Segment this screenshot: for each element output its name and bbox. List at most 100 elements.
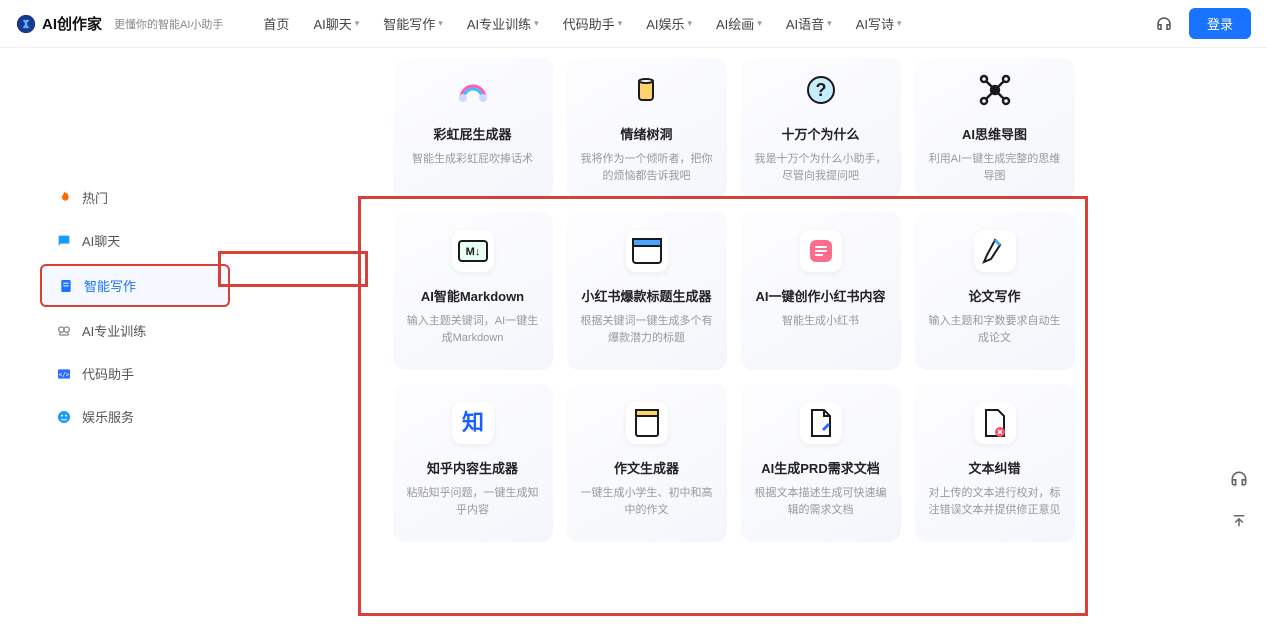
error-icon bbox=[974, 402, 1016, 444]
card-desc: 根据关键词一键生成多个有爆款潜力的标题 bbox=[581, 313, 713, 346]
nav-item-3[interactable]: AI专业训练▾ bbox=[467, 14, 539, 33]
scroll-top-icon[interactable] bbox=[1225, 507, 1253, 535]
card-cup[interactable]: 情绪树洞我将作为一个倾听者，把你的烦恼都告诉我吧 bbox=[567, 58, 727, 198]
nav-label: AI写诗 bbox=[856, 14, 894, 33]
card-note[interactable]: AI一键创作小红书内容智能生成小红书 bbox=[741, 212, 901, 370]
nav-label: AI娱乐 bbox=[646, 14, 684, 33]
sidebar-label: 代码助手 bbox=[82, 364, 134, 383]
zhi-icon: 知 bbox=[452, 402, 494, 444]
cup-icon bbox=[623, 66, 671, 114]
card-desc: 智能生成小红书 bbox=[782, 313, 859, 330]
essay-icon bbox=[626, 402, 668, 444]
card-zhi[interactable]: 知知乎内容生成器粘贴知乎问题，一键生成知乎内容 bbox=[393, 384, 553, 542]
card-browser[interactable]: 小红书爆款标题生成器根据关键词一键生成多个有爆款潜力的标题 bbox=[567, 212, 727, 370]
sidebar-item-2[interactable]: 智能写作 bbox=[40, 264, 230, 307]
nav: 首页AI聊天▾智能写作▾AI专业训练▾代码助手▾AI娱乐▾AI绘画▾AI语音▾A… bbox=[263, 14, 1155, 33]
question-icon: ? bbox=[797, 66, 845, 114]
float-actions bbox=[1225, 465, 1253, 535]
topbar: AI创作家 更懂你的智能AI小助手 首页AI聊天▾智能写作▾AI专业训练▾代码助… bbox=[0, 0, 1267, 48]
chevron-down-icon: ▾ bbox=[438, 18, 443, 29]
nav-label: 代码助手 bbox=[563, 14, 615, 33]
card-desc: 对上传的文本进行校对，标注错误文本并提供修正意见 bbox=[929, 485, 1061, 518]
svg-text:知: 知 bbox=[461, 410, 483, 435]
card-desc: 粘贴知乎问题，一键生成知乎内容 bbox=[407, 485, 539, 518]
rainbow-icon bbox=[449, 66, 497, 114]
card-title: 彩虹屁生成器 bbox=[433, 124, 511, 143]
card-desc: 一键生成小学生、初中和高中的作文 bbox=[581, 485, 713, 518]
card-desc: 利用AI一键生成完整的思维导图 bbox=[929, 151, 1061, 184]
browser-icon bbox=[626, 230, 668, 272]
chevron-down-icon: ▾ bbox=[355, 18, 360, 29]
main: 彩虹屁生成器智能生成彩虹屁吹捧话术情绪树洞我将作为一个倾听者，把你的烦恼都告诉我… bbox=[230, 48, 1237, 542]
card-essay[interactable]: 作文生成器一键生成小学生、初中和高中的作文 bbox=[567, 384, 727, 542]
logo-icon bbox=[16, 14, 36, 34]
pen-icon bbox=[974, 230, 1016, 272]
nav-label: 首页 bbox=[263, 14, 289, 33]
nav-label: AI绘画 bbox=[716, 14, 754, 33]
sidebar-item-4[interactable]: </> 代码助手 bbox=[40, 354, 230, 393]
card-title: AI生成PRD需求文档 bbox=[761, 458, 879, 477]
card-error[interactable]: 文本纠错对上传的文本进行校对，标注错误文本并提供修正意见 bbox=[915, 384, 1075, 542]
nav-item-6[interactable]: AI绘画▾ bbox=[716, 14, 762, 33]
code-icon: </> bbox=[56, 366, 72, 382]
nav-item-0[interactable]: 首页 bbox=[263, 14, 289, 33]
prd-icon bbox=[800, 402, 842, 444]
login-button[interactable]: 登录 bbox=[1189, 8, 1251, 39]
card-title: AI智能Markdown bbox=[421, 286, 524, 305]
card-title: AI一键创作小红书内容 bbox=[755, 286, 885, 305]
sidebar-label: 热门 bbox=[82, 188, 108, 207]
nav-item-4[interactable]: 代码助手▾ bbox=[563, 14, 623, 33]
card-title: 小红书爆款标题生成器 bbox=[581, 286, 711, 305]
fun-icon bbox=[56, 409, 72, 425]
sidebar-item-0[interactable]: 热门 bbox=[40, 178, 230, 217]
nav-label: AI聊天 bbox=[313, 14, 351, 33]
chevron-down-icon: ▾ bbox=[687, 18, 692, 29]
sidebar-item-3[interactable]: AI专业训练 bbox=[40, 311, 230, 350]
nav-label: AI语音 bbox=[786, 14, 824, 33]
card-pen[interactable]: 论文写作输入主题和字数要求自动生成论文 bbox=[915, 212, 1075, 370]
doc-icon bbox=[58, 278, 74, 294]
card-desc: 输入主题和字数要求自动生成论文 bbox=[929, 313, 1061, 346]
sidebar-label: AI聊天 bbox=[82, 231, 120, 250]
note-icon bbox=[800, 230, 842, 272]
support-icon[interactable] bbox=[1225, 465, 1253, 493]
card-question[interactable]: ? 十万个为什么我是十万个为什么小助手，尽管向我提问吧 bbox=[741, 58, 901, 198]
card-title: 十万个为什么 bbox=[781, 124, 859, 143]
nav-item-8[interactable]: AI写诗▾ bbox=[856, 14, 902, 33]
logo[interactable]: AI创作家 bbox=[16, 13, 102, 34]
nav-item-1[interactable]: AI聊天 ▾ bbox=[313, 14, 359, 33]
card-mindmap[interactable]: AI思维导图利用AI一键生成完整的思维导图 bbox=[915, 58, 1075, 198]
card-desc: 智能生成彩虹屁吹捧话术 bbox=[412, 151, 533, 168]
chevron-down-icon: ▾ bbox=[897, 18, 902, 29]
nav-item-7[interactable]: AI语音▾ bbox=[786, 14, 832, 33]
chevron-down-icon: ▾ bbox=[534, 18, 539, 29]
card-title: 作文生成器 bbox=[614, 458, 679, 477]
card-md[interactable]: M↓ AI智能Markdown 输入主题关键词，AI一键生成Markdown bbox=[393, 212, 553, 370]
sidebar-item-1[interactable]: AI聊天 bbox=[40, 221, 230, 260]
card-rainbow[interactable]: 彩虹屁生成器智能生成彩虹屁吹捧话术 bbox=[393, 58, 553, 198]
svg-text:</>: </> bbox=[59, 371, 70, 378]
card-title: 情绪树洞 bbox=[620, 124, 672, 143]
card-prd[interactable]: AI生成PRD需求文档根据文本描述生成可快速编辑的需求文档 bbox=[741, 384, 901, 542]
nav-item-5[interactable]: AI娱乐▾ bbox=[646, 14, 692, 33]
sidebar-label: 娱乐服务 bbox=[82, 407, 134, 426]
card-title: 论文写作 bbox=[968, 286, 1020, 305]
headset-icon[interactable] bbox=[1155, 15, 1173, 33]
sidebar-label: AI专业训练 bbox=[82, 321, 146, 340]
card-desc: 输入主题关键词，AI一键生成Markdown bbox=[407, 313, 539, 346]
md-icon: M↓ bbox=[452, 230, 494, 272]
nav-item-2[interactable]: 智能写作▾ bbox=[383, 14, 443, 33]
sidebar-item-5[interactable]: 娱乐服务 bbox=[40, 397, 230, 436]
chevron-down-icon: ▾ bbox=[827, 18, 832, 29]
fire-icon bbox=[56, 190, 72, 206]
card-title: 文本纠错 bbox=[968, 458, 1020, 477]
chat-icon bbox=[56, 233, 72, 249]
nav-label: 智能写作 bbox=[383, 14, 435, 33]
tagline: 更懂你的智能AI小助手 bbox=[114, 16, 223, 32]
nav-label: AI专业训练 bbox=[467, 14, 531, 33]
card-desc: 根据文本描述生成可快速编辑的需求文档 bbox=[755, 485, 887, 518]
brand-name: AI创作家 bbox=[42, 13, 102, 34]
svg-text:?: ? bbox=[815, 80, 826, 100]
chevron-down-icon: ▾ bbox=[618, 18, 623, 29]
card-desc: 我是十万个为什么小助手，尽管向我提问吧 bbox=[755, 151, 887, 184]
